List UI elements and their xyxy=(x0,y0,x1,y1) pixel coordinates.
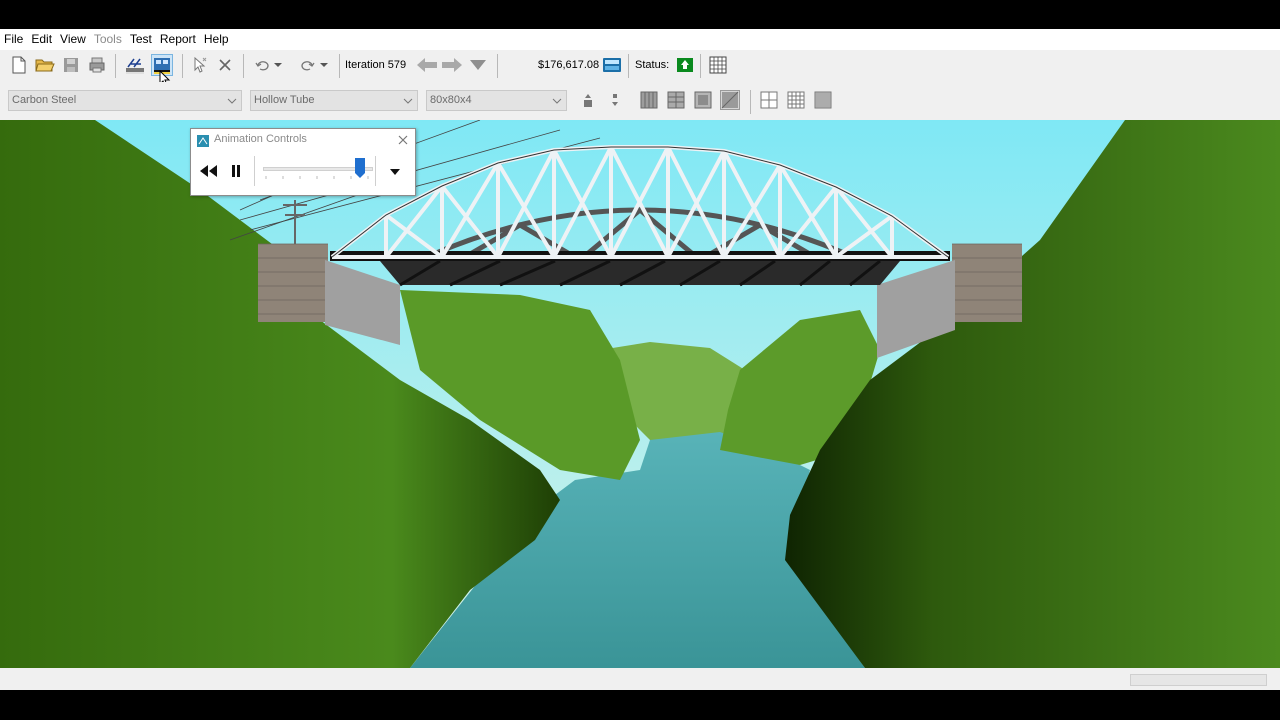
grid-fine-icon xyxy=(814,91,832,109)
member-style-icon xyxy=(694,91,712,109)
cost-report-button[interactable] xyxy=(601,54,623,76)
section-select-value: Hollow Tube xyxy=(254,94,315,106)
rewind-icon xyxy=(200,165,217,177)
redo-icon xyxy=(301,61,315,71)
iteration-browser-button[interactable] xyxy=(467,54,489,76)
calculator-icon xyxy=(603,58,621,72)
member-style-2-button[interactable] xyxy=(666,90,686,110)
pause-button[interactable] xyxy=(224,158,248,184)
slider-thumb[interactable] xyxy=(355,158,365,178)
chevron-down-icon xyxy=(227,98,237,104)
size-select-value: 80x80x4 xyxy=(430,94,472,106)
animation-speed-slider[interactable] xyxy=(263,157,373,187)
new-file-button[interactable] xyxy=(8,54,30,76)
animation-close-button[interactable] xyxy=(395,132,411,148)
status-indicator-button[interactable] xyxy=(674,54,696,76)
animation-window-icon xyxy=(197,135,209,147)
folder-open-icon xyxy=(35,59,55,72)
member-style-icon xyxy=(640,91,658,109)
drawing-board-button[interactable] xyxy=(124,54,146,76)
pause-icon xyxy=(232,165,240,177)
arrow-right-icon xyxy=(442,58,462,72)
increase-size-button[interactable] xyxy=(578,90,598,110)
grid-coarse-icon xyxy=(760,91,778,109)
select-all-button[interactable] xyxy=(190,54,212,76)
save-button[interactable] xyxy=(60,54,82,76)
arrow-left-icon xyxy=(417,58,437,72)
redo-button[interactable] xyxy=(297,54,319,76)
next-iteration-button[interactable] xyxy=(441,54,463,76)
decrease-size-button[interactable] xyxy=(605,90,625,110)
delete-button[interactable] xyxy=(214,54,236,76)
rewind-button[interactable] xyxy=(196,158,220,184)
undo-dropdown-button[interactable] xyxy=(271,54,285,76)
print-button[interactable] xyxy=(86,54,108,76)
menu-edit[interactable]: Edit xyxy=(27,29,56,50)
section-select[interactable]: Hollow Tube xyxy=(250,90,418,111)
material-select-value: Carbon Steel xyxy=(12,94,77,106)
arrow-down-icon xyxy=(470,60,486,70)
open-file-button[interactable] xyxy=(34,54,56,76)
size-down-icon xyxy=(612,94,618,106)
previous-iteration-button[interactable] xyxy=(416,54,438,76)
chevron-down-icon xyxy=(320,63,328,67)
new-document-icon xyxy=(12,56,26,74)
menu-file[interactable]: File xyxy=(0,29,27,50)
table-grid-icon xyxy=(709,56,727,74)
iteration-label: Iteration 579 xyxy=(345,59,407,71)
close-icon xyxy=(398,135,408,145)
menu-help[interactable]: Help xyxy=(200,29,233,50)
animation-options-dropdown[interactable] xyxy=(383,162,407,182)
menu-tools[interactable]: Tools xyxy=(90,29,126,50)
material-select[interactable]: Carbon Steel xyxy=(8,90,242,111)
member-list-button[interactable] xyxy=(707,54,729,76)
chevron-down-icon xyxy=(552,98,562,104)
member-properties-toolbar: Carbon Steel Hollow Tube 80x80x4 xyxy=(0,82,1280,120)
status-pass-icon xyxy=(677,58,693,72)
member-style-icon xyxy=(667,91,685,109)
cost-label: $176,617.08 xyxy=(538,59,600,71)
save-disk-icon xyxy=(64,58,78,72)
grid-medium-icon xyxy=(787,91,805,109)
member-style-1-button[interactable] xyxy=(639,90,659,110)
drawing-board-icon xyxy=(126,58,144,74)
bridge-scene xyxy=(0,120,1280,668)
menu-test[interactable]: Test xyxy=(126,29,156,50)
main-toolbar: Iteration 579 $176,617.08 Status: xyxy=(0,50,1280,87)
select-cursor-icon xyxy=(194,56,207,73)
menu-bar: File Edit View Tools Test Report Help xyxy=(0,29,1280,50)
status-progress xyxy=(1130,674,1267,686)
animation-controls-window: Animation Controls xyxy=(190,128,416,196)
delete-x-icon xyxy=(219,59,231,71)
grid-medium-button[interactable] xyxy=(786,90,806,110)
chevron-down-icon xyxy=(274,63,282,67)
redo-dropdown-button[interactable] xyxy=(317,54,331,76)
status-label: Status: xyxy=(635,59,670,71)
status-bar xyxy=(0,668,1280,690)
printer-icon xyxy=(89,57,105,73)
grid-coarse-button[interactable] xyxy=(759,90,779,110)
menu-report[interactable]: Report xyxy=(156,29,200,50)
member-style-4-button[interactable] xyxy=(720,90,740,110)
size-select[interactable]: 80x80x4 xyxy=(426,90,567,111)
slider-thumb-icon xyxy=(355,158,365,178)
chevron-down-icon xyxy=(390,169,400,175)
member-style-icon xyxy=(721,91,739,109)
undo-icon xyxy=(255,61,269,71)
menu-view[interactable]: View xyxy=(56,29,90,50)
size-up-icon xyxy=(584,94,592,107)
animation-window-title: Animation Controls xyxy=(214,133,307,145)
bridge-3d-view[interactable] xyxy=(0,120,1280,668)
chevron-down-icon xyxy=(403,98,413,104)
member-style-3-button[interactable] xyxy=(693,90,713,110)
grid-fine-button[interactable] xyxy=(813,90,833,110)
undo-button[interactable] xyxy=(251,54,273,76)
